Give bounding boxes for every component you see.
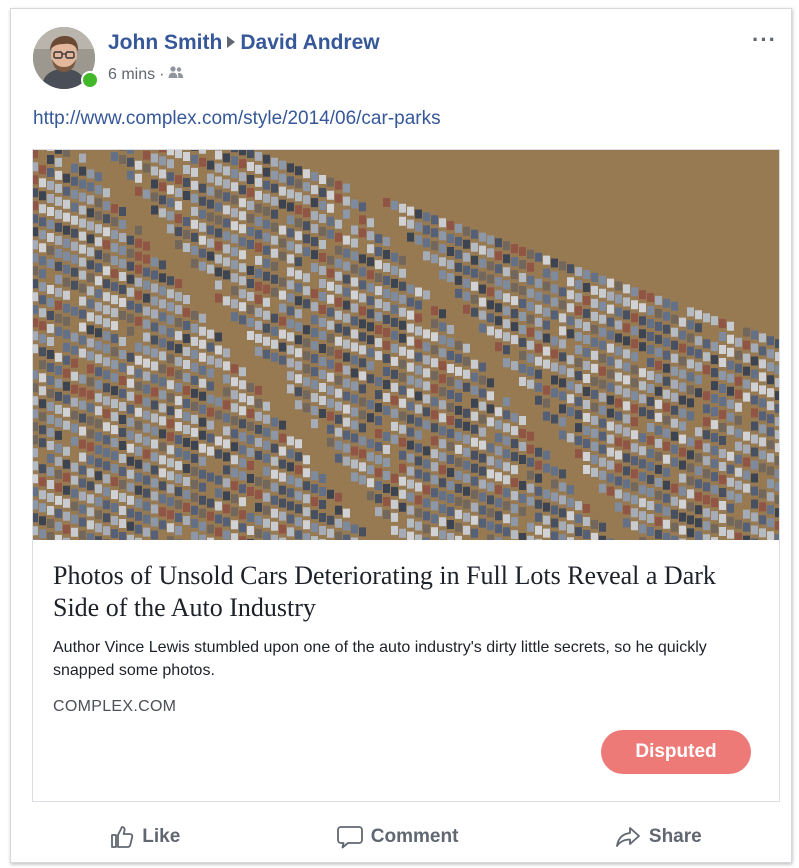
like-label: Like: [142, 826, 181, 847]
preview-headline[interactable]: Photos of Unsold Cars Deteriorating in F…: [53, 560, 763, 624]
preview-description: Author Vince Lewis stumbled upon one of …: [53, 639, 707, 679]
disputed-badge-button[interactable]: Disputed: [601, 730, 751, 774]
aerial-parking-lot-photo[interactable]: [33, 150, 779, 540]
comment-button[interactable]: Comment: [327, 821, 469, 853]
share-label: Share: [648, 826, 702, 847]
preview-domain: COMPLEX.COM: [53, 698, 177, 715]
like-button[interactable]: Like: [100, 821, 190, 853]
comment-label: Comment: [370, 826, 459, 847]
post-header-names: John Smith David Andrew: [108, 31, 380, 55]
more-options-icon[interactable]: ···: [752, 27, 777, 53]
online-status-dot: [81, 71, 99, 89]
link-preview-card[interactable]: Photos of Unsold Cars Deteriorating in F…: [32, 149, 780, 802]
share-arrow-icon: [615, 825, 641, 849]
triangle-right-icon: [226, 31, 236, 55]
meta-separator: ·: [159, 65, 165, 83]
friends-icon[interactable]: [168, 65, 184, 84]
comment-bubble-icon: [336, 825, 363, 849]
author-name-link[interactable]: John Smith: [108, 31, 222, 54]
share-button[interactable]: Share: [605, 821, 712, 853]
post-meta: 6 mins ·: [108, 65, 184, 84]
thumbs-up-icon: [110, 825, 134, 849]
post-timestamp[interactable]: 6 mins: [108, 66, 155, 84]
post-url-link[interactable]: http://www.complex.com/style/2014/06/car…: [33, 108, 441, 130]
post-actions-bar: Like Comment Share: [32, 817, 780, 857]
recipient-name-link[interactable]: David Andrew: [240, 31, 379, 54]
post-card: John Smith David Andrew 6 mins · ··· http…: [10, 8, 792, 863]
